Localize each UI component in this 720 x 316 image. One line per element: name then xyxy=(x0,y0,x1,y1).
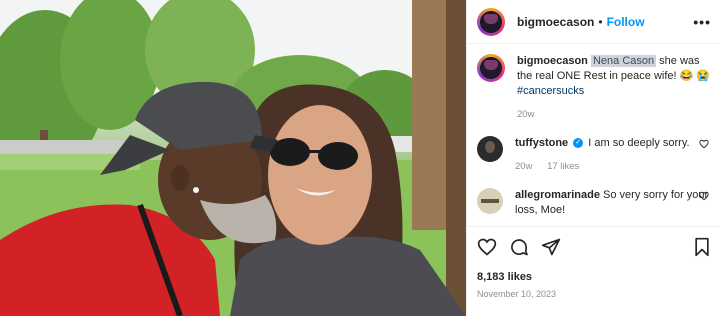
comment-likes[interactable]: 17 likes xyxy=(547,161,579,172)
more-options-icon[interactable]: ••• xyxy=(693,14,711,30)
post-photo[interactable] xyxy=(0,0,466,316)
action-icons xyxy=(477,235,711,259)
comment-like-heart-icon[interactable] xyxy=(699,139,709,149)
follow-button[interactable]: Follow xyxy=(607,15,645,29)
verified-badge-icon: ✓ xyxy=(573,138,584,149)
caption-body: bigmoecason Nena Cason she was the real … xyxy=(517,54,711,122)
caption-mention[interactable]: Nena Cason xyxy=(590,55,657,67)
caption-username[interactable]: bigmoecason xyxy=(517,55,588,67)
comment-body: tuffystone ✓ I am so deeply sorry. 20w 1… xyxy=(515,136,711,174)
comment-time: 20w xyxy=(515,161,533,172)
caption-time: 20w xyxy=(517,109,535,120)
author-avatar[interactable] xyxy=(477,7,505,36)
post-actions: 8,183 likes November 10, 2023 xyxy=(467,226,720,316)
comment-icon[interactable] xyxy=(509,237,529,257)
comment-row: tuffystone ✓ I am so deeply sorry. 20w 1… xyxy=(477,136,711,174)
bookmark-icon[interactable] xyxy=(693,237,711,257)
caption-row: bigmoecason Nena Cason she was the real … xyxy=(477,54,711,122)
photo-illustration xyxy=(0,0,466,316)
header-separator: • xyxy=(598,14,603,29)
post-header: bigmoecason • Follow ••• xyxy=(467,0,720,44)
post-side-panel: bigmoecason • Follow ••• bigmoecason Nen… xyxy=(466,0,720,316)
caption-hashtag[interactable]: #cancersucks xyxy=(517,85,584,97)
comment-avatar[interactable] xyxy=(477,188,503,214)
post-date: November 10, 2023 xyxy=(477,289,557,299)
comment-username[interactable]: tuffystone xyxy=(515,137,568,149)
likes-count[interactable]: 8,183 likes xyxy=(477,271,711,283)
comment-meta: 20w 17 likes xyxy=(515,159,711,174)
author-username[interactable]: bigmoecason xyxy=(517,15,594,29)
comments-list: bigmoecason Nena Cason she was the real … xyxy=(467,44,720,226)
comment-body: allegromarinade So very sorry for your l… xyxy=(515,188,711,218)
caption-meta: 20w xyxy=(517,107,711,122)
comment-like-heart-icon[interactable] xyxy=(699,191,709,201)
caption-avatar[interactable] xyxy=(477,54,505,82)
comment-avatar[interactable] xyxy=(477,136,503,162)
comment-username[interactable]: allegromarinade xyxy=(515,189,600,201)
heart-icon[interactable] xyxy=(477,237,497,257)
share-icon[interactable] xyxy=(541,237,561,257)
comment-row: allegromarinade So very sorry for your l… xyxy=(477,188,711,218)
comment-text: I am so deeply sorry. xyxy=(588,137,690,149)
